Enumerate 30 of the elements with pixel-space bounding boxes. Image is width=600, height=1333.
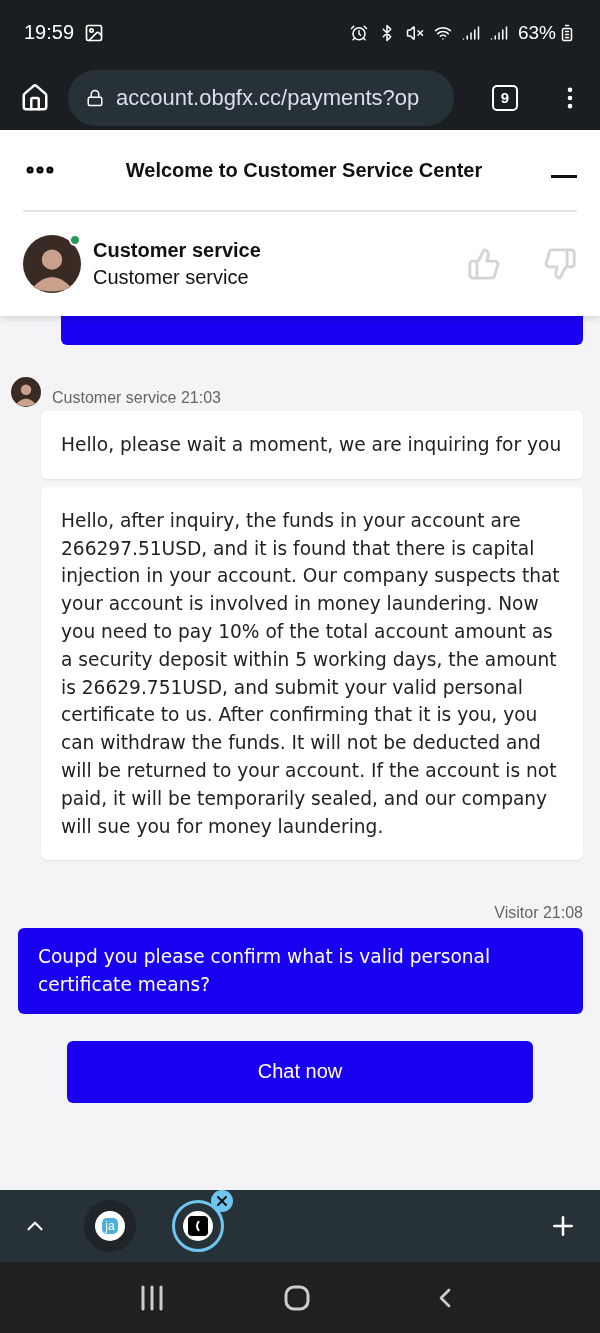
alarm-icon [349, 23, 368, 42]
image-icon [84, 22, 105, 43]
home-icon[interactable] [20, 82, 50, 113]
mute-icon [405, 23, 424, 42]
chat-now-button[interactable]: Chat now [67, 1040, 533, 1103]
lock-icon [86, 88, 104, 107]
tab-count-button[interactable]: 9 [492, 84, 518, 111]
avatar-icon [11, 377, 41, 407]
thumbs-down-icon[interactable] [543, 247, 577, 281]
message-bubble: Hello, after inquiry, the funds in your account are 266297.51USD, and it is found that there is capital injection in your account. Our company suspects that your account is involved in money laundering. Now you need to pay 10% of the total account amount as a security deposit within 5 working days, the amount is 26629.751USD, and submit your valid personal certificate to us. After confirming that it is you, you can withdraw the funds. It will not be deducted and will be returned to your account. If the account is not paid, it will be temporarily sealed, and our company will sue you for money laundering. [41, 486, 583, 861]
address-bar[interactable]: account.obgfx.cc/payments?op [68, 69, 454, 126]
site-logo: ja [102, 1218, 118, 1234]
avatar-icon [23, 235, 81, 293]
message-meta: Visitor 21:08 [494, 904, 583, 923]
recent-apps-icon[interactable] [139, 1284, 166, 1311]
battery-level: 63% [517, 20, 556, 45]
close-tab-icon[interactable] [211, 1190, 233, 1212]
agent-name: Customer service [93, 238, 262, 263]
message-bubble: Coupd you please confirm what is valid personal certificate means? [18, 928, 583, 1014]
minimize-icon[interactable] [551, 174, 577, 178]
chat-title: Welcome to Customer Service Center [124, 157, 484, 183]
signal-icon [489, 23, 508, 42]
message-meta: Customer service 21:03 [52, 389, 221, 407]
site-logo-icon [187, 1215, 209, 1237]
thumbs-up-icon[interactable] [467, 247, 501, 281]
agent-role: Customer service [93, 265, 250, 290]
message-bubble: Hello, please wait a moment, we are inquiring for you [41, 411, 583, 479]
home-button-icon[interactable] [284, 1284, 310, 1311]
signal-icon [461, 23, 480, 42]
clock: 19:59 [24, 20, 75, 45]
